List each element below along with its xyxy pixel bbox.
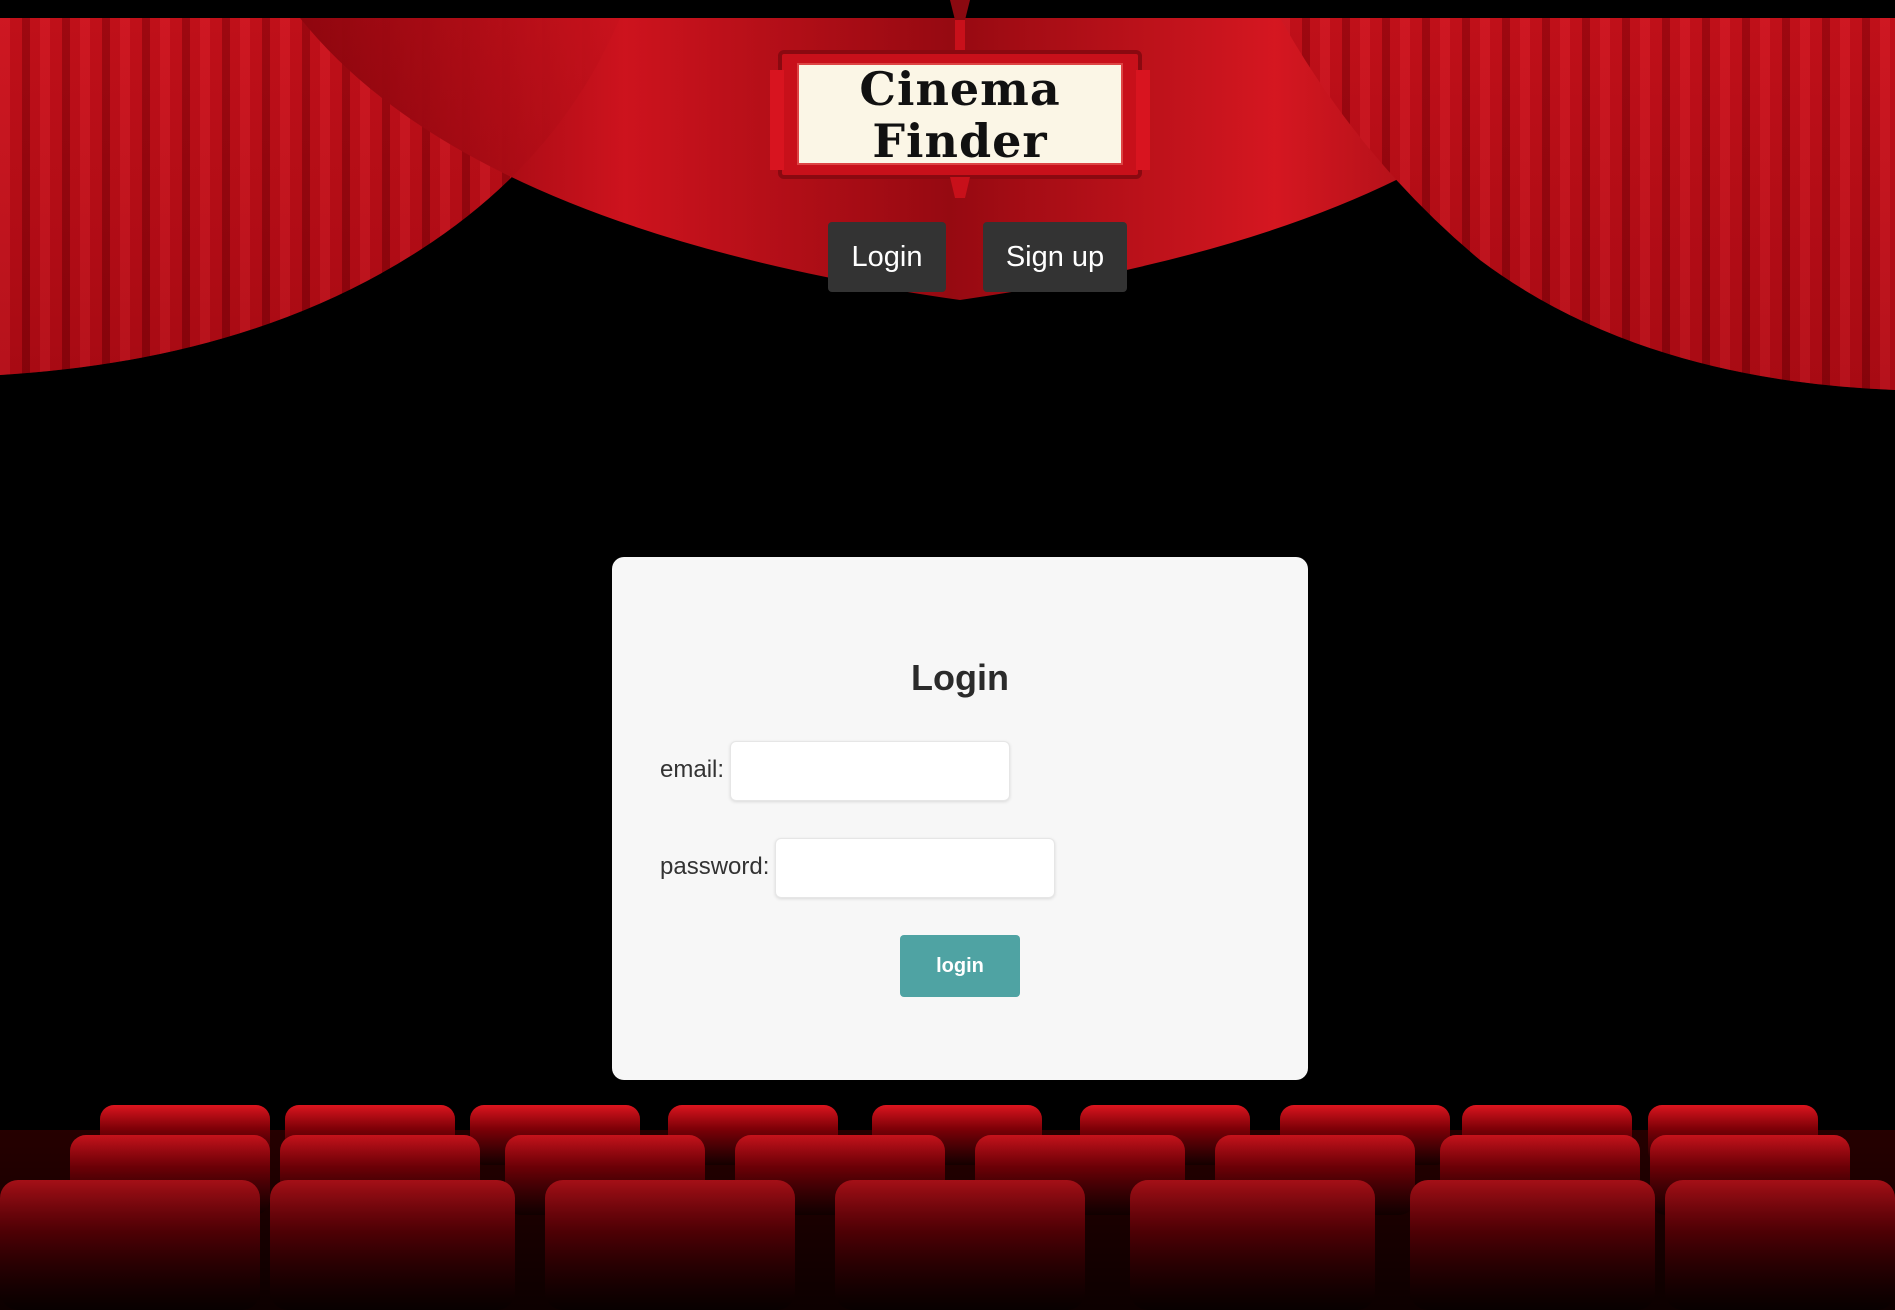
email-label: email: <box>660 756 725 783</box>
login-title: Login <box>911 657 1009 698</box>
cinema-stage: Cinema Finder Login Sign up Login email:… <box>0 0 1895 1310</box>
password-label: password: <box>660 853 770 880</box>
login-submit-button[interactable]: login <box>900 935 1020 997</box>
cinema-finder-logo[interactable]: Cinema Finder <box>770 0 1150 200</box>
logo-line-finder: Finder <box>872 114 1048 168</box>
nav-login-button[interactable]: Login <box>828 222 946 292</box>
logo-line-cinema: Cinema <box>859 62 1061 116</box>
nav-signup-button[interactable]: Sign up <box>983 222 1127 292</box>
theater-seats-image <box>0 1100 1895 1310</box>
password-field[interactable] <box>775 838 1055 898</box>
email-field[interactable] <box>730 741 1010 801</box>
login-card: Login email: password: login <box>612 557 1308 1080</box>
top-nav: Login Sign up <box>0 222 1895 292</box>
